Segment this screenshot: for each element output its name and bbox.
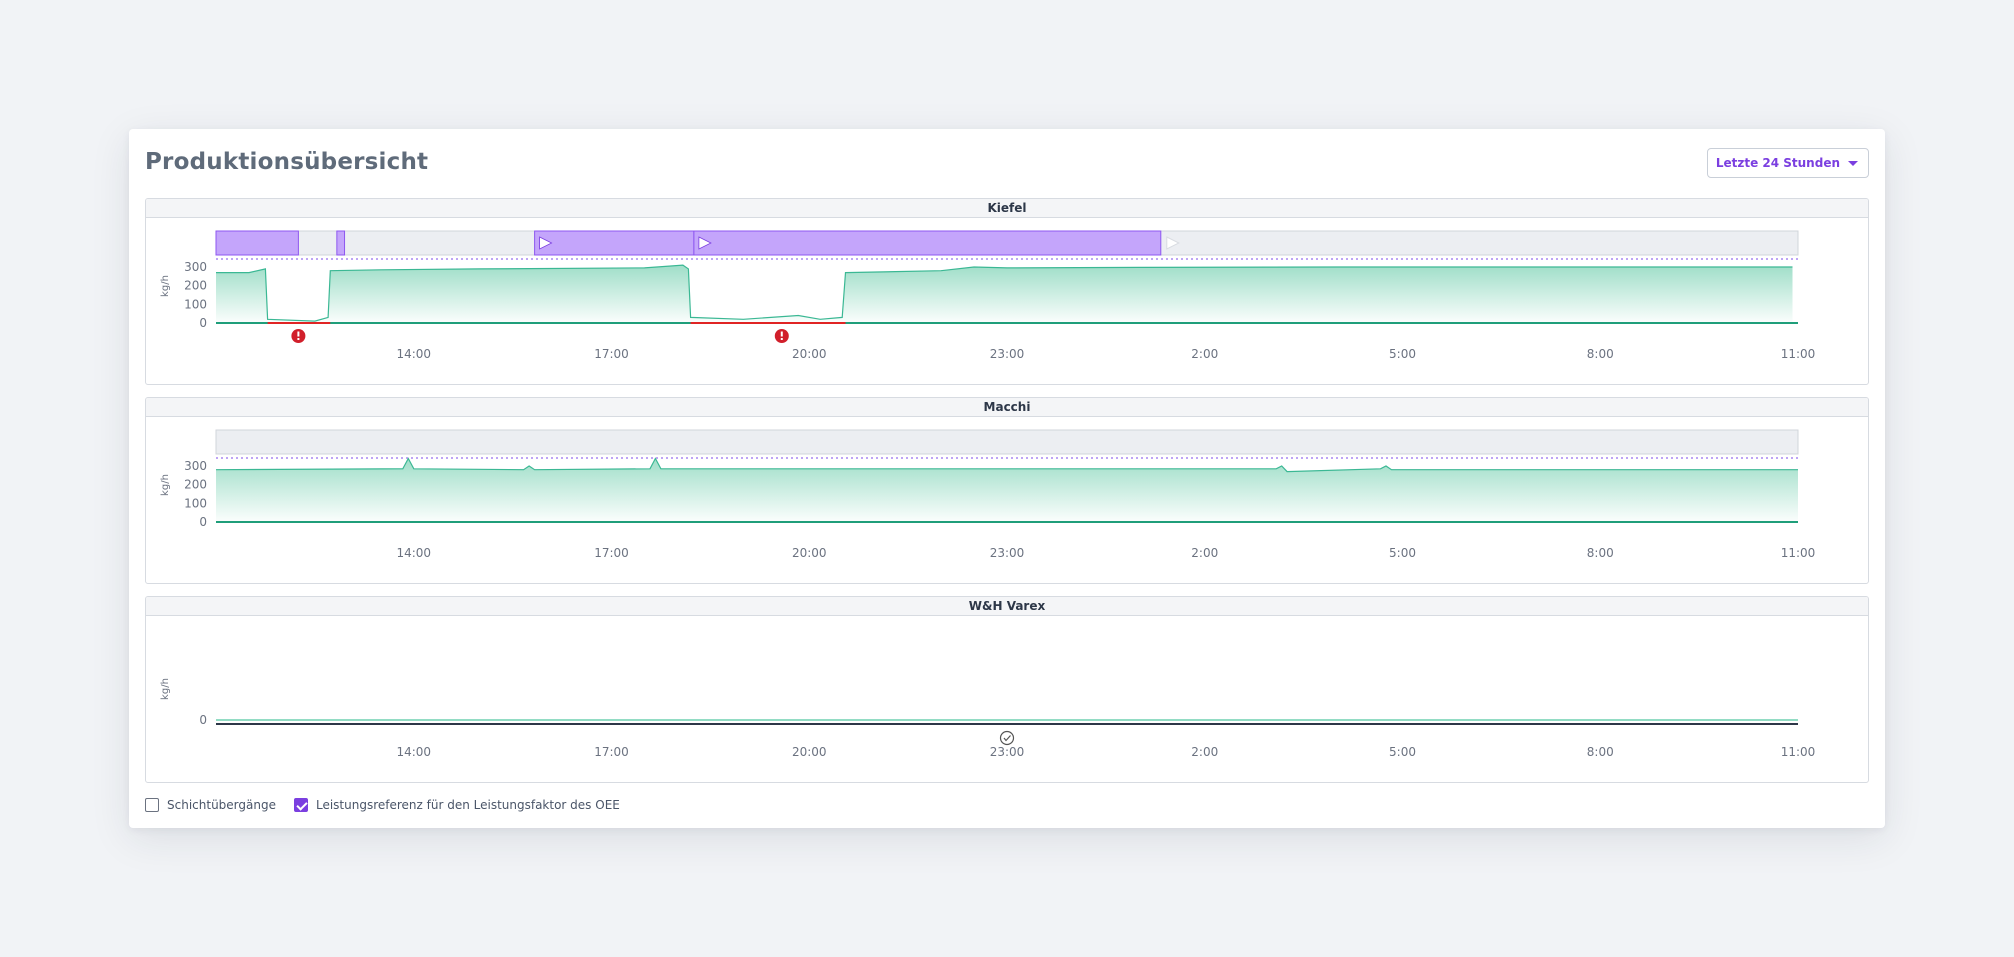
machine-name: Kiefel [146,199,1868,218]
machine-name: Macchi [146,398,1868,417]
performance-reference-label: Leistungsreferenz für den Leistungsfakto… [315,798,620,812]
time-range-dropdown[interactable]: Letzte 24 Stunden [1706,148,1869,178]
x-tick-label: 20:00 [792,347,827,361]
y-tick-label: 100 [184,496,207,510]
order-bar[interactable] [336,230,346,256]
x-tick-label: 14:00 [396,745,431,759]
machine-panel-wh-varex: W&H Varex kg/h 0 14:00 17:00 20:00 23:00 2:00 5… [145,596,1869,783]
performance-reference-checkbox[interactable] [293,798,308,812]
x-tick-label: 14:00 [396,546,431,560]
shift-transitions-label: Schichtübergänge [167,798,276,812]
x-tick-label: 23:00 [990,347,1025,361]
x-tick-label: 2:00 [1191,546,1218,560]
y-tick-label: 200 [184,478,207,492]
machine-chart-kiefel: kg/h 300 200 100 0 14:00 17:00 20:00 23:00 2:00 5:… [160,230,1816,361]
order-bar[interactable] [215,230,299,256]
y-axis-unit: kg/h [160,474,171,496]
alert-icon[interactable] [291,329,306,343]
performance-reference-toggle[interactable]: Leistungsreferenz für den Leistungsfakto… [293,798,620,812]
y-tick-label: 0 [199,316,207,330]
x-tick-label: 11:00 [1781,347,1816,361]
y-tick-label: 300 [184,459,207,473]
order-track [215,429,1799,455]
y-tick-label: 0 [199,515,207,529]
y-tick-label: 0 [199,713,207,727]
machine-panel-macchi: Macchi kg/h 300 200 100 0 14:00 17:00 20:00 23:0… [145,397,1869,584]
chart-options: Schichtübergänge Leistungsreferenz für d… [145,795,638,815]
time-range-label: Letzte 24 Stunden [1715,156,1840,170]
shift-transitions-toggle[interactable]: Schichtübergänge [145,798,276,812]
x-tick-label: 17:00 [594,347,629,361]
machine-panel-kiefel: Kiefel kg/h 300 200 100 0 14:00 17:00 20:00 23:0… [145,198,1869,385]
machine-name: W&H Varex [146,597,1868,616]
x-tick-label: 23:00 [990,546,1025,560]
x-tick-label: 8:00 [1587,347,1614,361]
x-tick-label: 11:00 [1781,546,1816,560]
page-title: Produktionsübersicht [145,149,429,175]
x-tick-label: 17:00 [594,745,629,759]
production-overview-card: Produktionsübersicht Letzte 24 Stunden K… [129,129,1885,828]
x-tick-label: 20:00 [792,546,827,560]
machine-chart-macchi: kg/h 300 200 100 0 14:00 17:00 20:00 23:00 2:00 5:… [160,429,1816,560]
check-circle-icon[interactable] [999,730,1015,746]
machine-chart-wh-varex: kg/h 0 14:00 17:00 20:00 23:00 2:00 5:00 8:00 11:… [160,678,1816,759]
shift-transitions-checkbox[interactable] [145,798,159,812]
y-tick-label: 100 [184,297,207,311]
throughput-area [216,265,1793,323]
x-tick-label: 14:00 [396,347,431,361]
x-tick-label: 2:00 [1191,745,1218,759]
x-tick-label: 5:00 [1389,347,1416,361]
order-bar[interactable] [693,230,1162,256]
y-axis-unit: kg/h [160,678,171,700]
x-tick-label: 5:00 [1389,546,1416,560]
throughput-area [216,458,1798,522]
x-tick-label: 8:00 [1587,745,1614,759]
x-tick-label: 11:00 [1781,745,1816,759]
x-tick-label: 8:00 [1587,546,1614,560]
alert-icon[interactable] [774,329,789,343]
y-axis-unit: kg/h [160,275,171,297]
y-tick-label: 300 [184,260,207,274]
x-tick-label: 5:00 [1389,745,1416,759]
x-tick-label: 23:00 [990,745,1025,759]
y-tick-label: 200 [184,279,207,293]
x-tick-label: 17:00 [594,546,629,560]
x-tick-label: 2:00 [1191,347,1218,361]
order-bar[interactable] [534,230,695,256]
chevron-down-icon [1848,161,1858,166]
x-tick-label: 20:00 [792,745,827,759]
